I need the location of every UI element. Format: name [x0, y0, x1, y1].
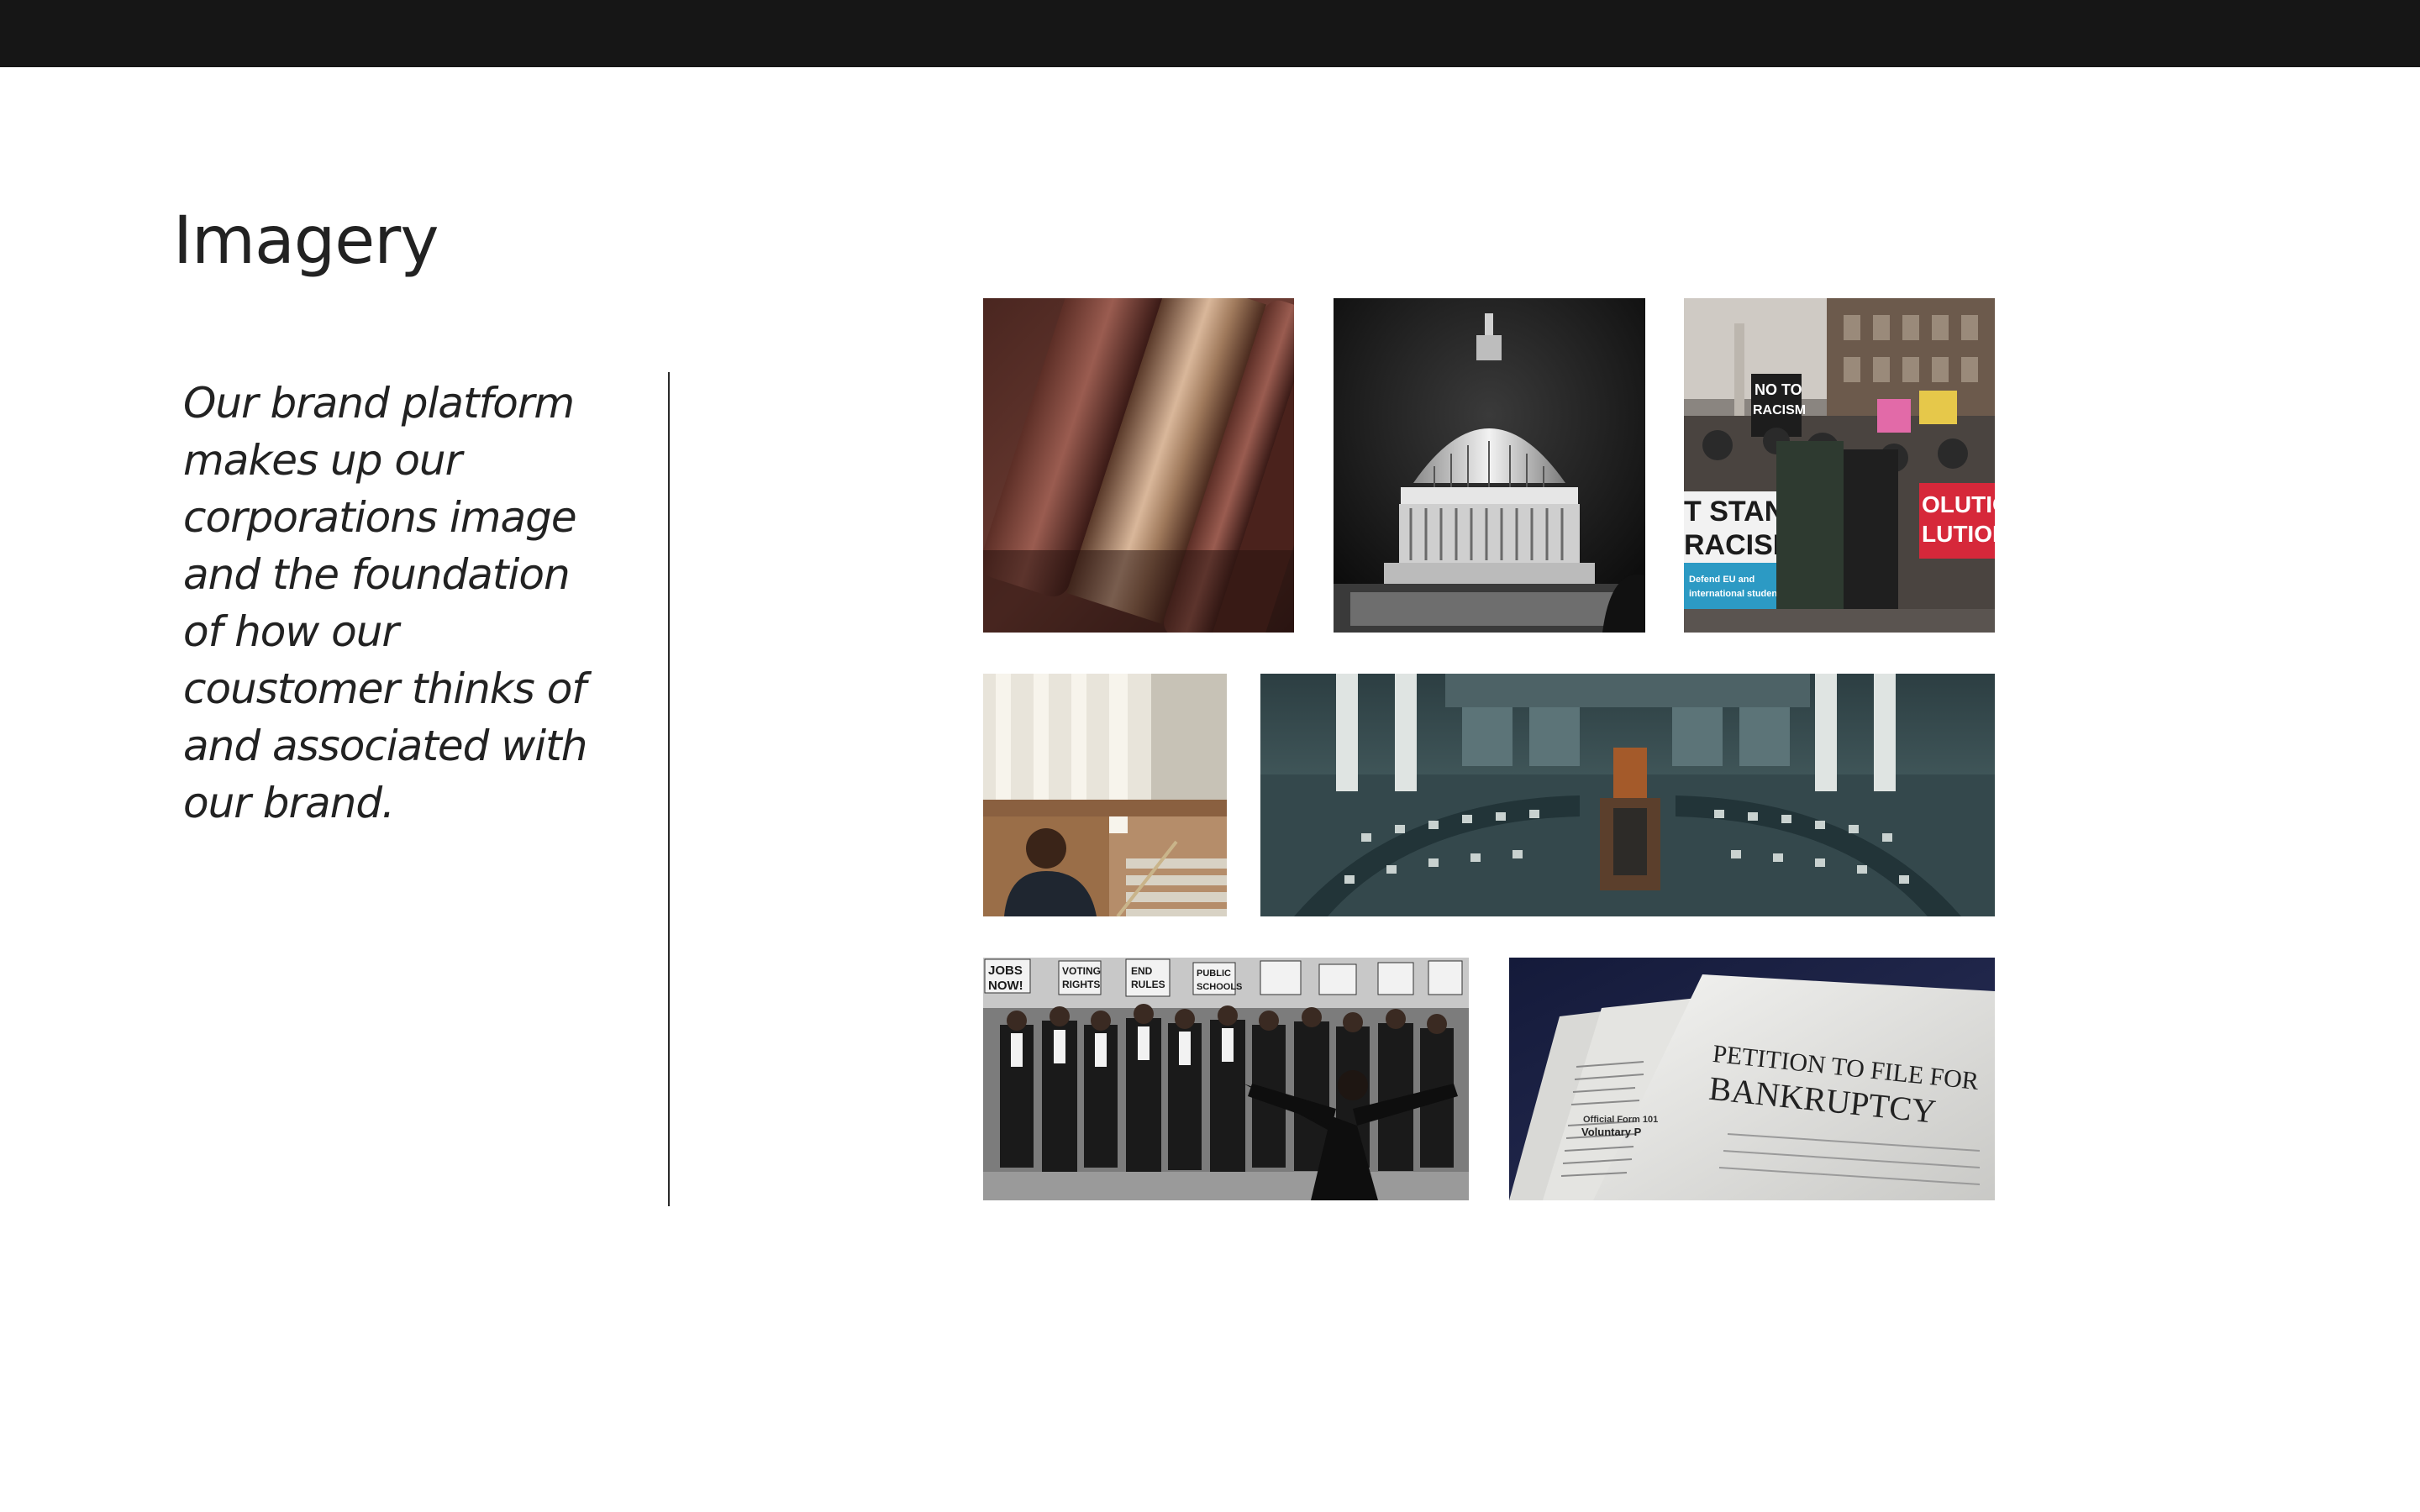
march-sign-public: PUBLIC — [1197, 969, 1231, 979]
banner-defend-text: Defend EU and — [1689, 575, 1754, 585]
capitol-dome-photo — [1334, 298, 1645, 633]
gavel-photo — [983, 298, 1294, 633]
man-on-stairs-photo — [983, 674, 1227, 916]
protest-photo: NO TO RACISM T STAN RACISM Defend EU and… — [1684, 298, 1995, 633]
form-label: Official Form 101 — [1583, 1115, 1658, 1125]
vertical-divider — [668, 372, 670, 1206]
banner-lution-text: LUTION — [1922, 521, 1995, 547]
page-title: Imagery — [173, 203, 439, 279]
brand-description: Our brand platform makes up our corporat… — [183, 379, 587, 827]
march-sign-now: NOW! — [988, 979, 1023, 993]
top-bar — [0, 0, 2420, 67]
march-sign-end: END — [1131, 965, 1153, 977]
form-heading: Voluntary P — [1581, 1126, 1642, 1138]
parliament-chamber-photo — [1260, 674, 1995, 916]
march-sign-voting: VOTING — [1062, 965, 1101, 977]
march-sign-jobs: JOBS — [988, 963, 1023, 978]
banner-solution-text: OLUTIO — [1922, 491, 1995, 517]
sign-no-to: NO TO — [1754, 381, 1802, 398]
march-sign-rules: RULES — [1131, 979, 1165, 990]
march-sign-rights: RIGHTS — [1062, 979, 1100, 990]
sign-racism: RACISM — [1753, 403, 1806, 417]
bankruptcy-petition-photo: PETITION TO FILE FOR BANKRUPTCY Official… — [1509, 958, 1995, 1200]
banner-stand-text: T STAN — [1684, 496, 1785, 528]
march-sign-schools: SCHOOLS — [1197, 982, 1242, 992]
banner-students-text: international students — [1689, 589, 1786, 599]
civil-rights-march-photo: JOBS NOW! VOTING RIGHTS END RULES PUBLIC… — [983, 958, 1469, 1200]
